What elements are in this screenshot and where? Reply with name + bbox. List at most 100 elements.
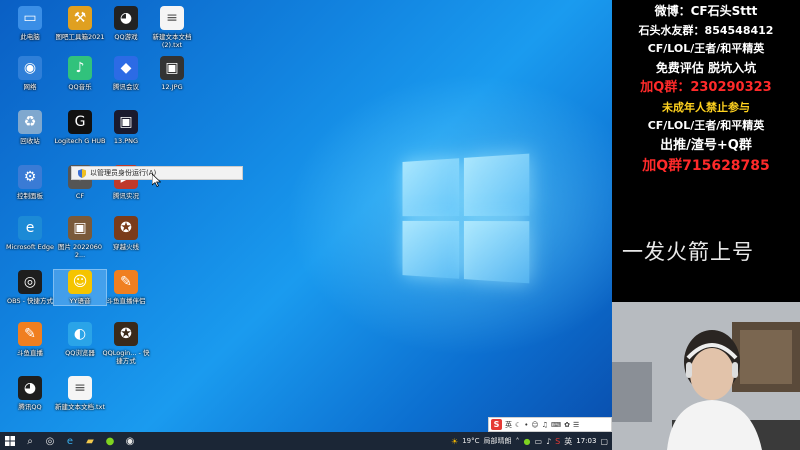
windows-start-icon xyxy=(5,436,15,446)
desktop-icon[interactable]: G Logitech G HUB xyxy=(54,110,106,145)
notification-icon[interactable]: ▢ xyxy=(600,437,608,446)
taskbar-edge-button[interactable]: e xyxy=(60,432,80,450)
desktop-icon-label: 图片 20220602... xyxy=(54,243,106,259)
ime-moon-icon[interactable]: ☾ xyxy=(515,421,521,429)
desktop-icon[interactable]: ▣ 13.PNG xyxy=(100,110,152,145)
taskbar-explorer-button[interactable]: ▰ xyxy=(80,432,100,450)
desktop-icon[interactable]: ♻ 回收站 xyxy=(4,110,56,145)
obs-icon: ◎ xyxy=(18,270,42,294)
desktop-icon-label: 网络 xyxy=(4,83,56,91)
promo-line: 石头水友群：854548412 xyxy=(612,22,800,41)
volume-icon[interactable]: ♪ xyxy=(546,437,551,446)
desktop-icon-label: Microsoft Edge xyxy=(4,243,56,251)
obs-icon: ◉ xyxy=(126,436,135,447)
promo-line: 出推/渣号+Q群 xyxy=(612,136,800,157)
taskbar-obs-button[interactable]: ◉ xyxy=(120,432,140,450)
desktop-icon-label: 新建文本文档.txt xyxy=(54,403,106,411)
desktop-icon[interactable]: ◕ QQ游戏 xyxy=(100,6,152,41)
taskbar-app-button[interactable]: ● xyxy=(100,432,120,450)
desktop-icon[interactable]: ▣ 12.JPG xyxy=(146,56,198,91)
desktop-icon[interactable]: ◎ OBS - 快捷方式 xyxy=(4,270,56,305)
ime-lang-tray[interactable]: 英 xyxy=(564,436,572,447)
ime-menu-icon[interactable]: ☰ xyxy=(573,421,579,429)
desktop-icon[interactable]: ≡ 新建文本文档.txt xyxy=(54,376,106,411)
ime-keyboard-icon[interactable]: ⌨ xyxy=(551,421,561,429)
promo-line: 加Q群715628785 xyxy=(612,156,800,178)
clock[interactable]: 17:03 xyxy=(576,437,596,445)
promo-line: 免费评估 脱坑入坑 xyxy=(612,59,800,79)
desktop-icon[interactable]: ☺ YY语音 xyxy=(54,270,106,305)
ime-emoji-icon[interactable]: ☺ xyxy=(531,421,538,429)
desktop-icon[interactable]: ♪ QQ音乐 xyxy=(54,56,106,91)
desktop-icon[interactable]: ≡ 新建文本文档 (2).txt xyxy=(146,6,198,49)
desktop-icon[interactable]: ⚒ 图吧工具箱2021 xyxy=(54,6,106,41)
ime-voice-icon[interactable]: ♫ xyxy=(542,421,548,429)
desktop-icon-label: QQLogin... - 快捷方式 xyxy=(100,349,152,365)
task-view-button[interactable]: ◎ xyxy=(40,432,60,450)
desktop-icon-label: QQ游戏 xyxy=(100,33,152,41)
desktop-icon-label: 新建文本文档 (2).txt xyxy=(146,33,198,49)
weather-desc[interactable]: 局部晴朗 xyxy=(484,436,512,446)
desktop-icon-label: 腾讯实况 xyxy=(100,192,152,200)
control-panel-icon: ⚙ xyxy=(18,165,42,189)
desktop-icon-label: 控制面板 xyxy=(4,192,56,200)
desktop-icon-label: 图吧工具箱2021 xyxy=(54,33,106,41)
desktop-icon-label: 回收站 xyxy=(4,137,56,145)
desktop[interactable]: ▭ 此电脑 ⚒ 图吧工具箱2021 ◕ QQ游戏 ≡ 新建文本文档 (2).txt ◉ 网络 ♪ QQ… xyxy=(0,0,612,432)
desktop-icon-label: QQ浏览器 xyxy=(54,349,106,357)
start-button[interactable] xyxy=(0,432,20,450)
desktop-icon-label: 斗鱼直播 xyxy=(4,349,56,357)
caption-text: 一发火箭上号 xyxy=(612,236,800,266)
ime-toolbar[interactable]: S 英 ☾ • ☺ ♫ ⌨ ✿ ☰ xyxy=(488,417,612,432)
desktop-icon[interactable]: ▣ 图片 20220602... xyxy=(54,216,106,259)
sogou-ime-icon[interactable]: S xyxy=(491,419,502,430)
run-as-admin-label: 以管理员身份运行(A) xyxy=(90,168,156,178)
douyu-icon: ✎ xyxy=(18,322,42,346)
toolbox-icon: ⚒ xyxy=(68,6,92,30)
desktop-icon-label: 此电脑 xyxy=(4,33,56,41)
edge-icon: e xyxy=(67,436,73,447)
image-file-icon: ▣ xyxy=(114,110,138,134)
desktop-icon[interactable]: ◕ 腾讯QQ xyxy=(4,376,56,411)
desktop-icon[interactable]: ✎ 斗鱼直播伴侣 xyxy=(100,270,152,305)
desktop-icon[interactable]: ◐ QQ浏览器 xyxy=(54,322,106,357)
ime-language-toggle[interactable]: 英 xyxy=(505,420,512,430)
desktop-icon-label: 13.PNG xyxy=(100,137,152,145)
desktop-icon[interactable]: ⚙ 控制面板 xyxy=(4,165,56,200)
ime-skin-icon[interactable]: ✿ xyxy=(564,421,570,429)
chevron-up-icon[interactable]: ˄ xyxy=(516,437,520,446)
shield-icon xyxy=(78,169,86,178)
qq-game-icon: ◕ xyxy=(114,6,138,30)
weather-icon[interactable]: ☀ xyxy=(451,437,458,446)
promo-line: 加Q群：230290323 xyxy=(612,78,800,99)
computer-icon: ▭ xyxy=(18,6,42,30)
stream-info-panel: 微博：CF石头Sttt 石头水友群：854548412 CF/LOL/王者/和平精英… xyxy=(612,0,800,302)
logitech-icon: G xyxy=(68,110,92,134)
system-tray: ☀ 19°C 局部晴朗 ˄ ● ▭ ♪ S 英 17:03 ▢ xyxy=(451,436,612,447)
taskbar: ⌕ ◎ e ▰ ● ◉ ☀ 19°C 局部晴朗 ˄ ● ▭ ♪ S 英 17:0… xyxy=(0,432,612,450)
desktop-icon[interactable]: ◆ 腾讯会议 xyxy=(100,56,152,91)
search-button[interactable]: ⌕ xyxy=(20,432,40,450)
tencent-meeting-icon: ◆ xyxy=(114,56,138,80)
ime-tray-icon[interactable]: S xyxy=(555,437,560,446)
network-icon[interactable]: ▭ xyxy=(535,437,543,446)
promo-line: CF/LOL/王者/和平精英 xyxy=(612,117,800,136)
desktop-icon-label: Logitech G HUB xyxy=(54,137,106,145)
desktop-icon[interactable]: ▭ 此电脑 xyxy=(4,6,56,41)
desktop-icon[interactable]: ◉ 网络 xyxy=(4,56,56,91)
douyu-companion-icon: ✎ xyxy=(114,270,138,294)
desktop-icon[interactable]: ✪ 穿越火线 xyxy=(100,216,152,251)
ime-punctuation-icon[interactable]: • xyxy=(524,421,528,429)
promo-line: 未成年人禁止参与 xyxy=(612,99,800,118)
qq-icon: ◕ xyxy=(18,376,42,400)
desktop-icon[interactable]: ✎ 斗鱼直播 xyxy=(4,322,56,357)
image-file-icon: ▣ xyxy=(160,56,184,80)
network-icon: ◉ xyxy=(18,56,42,80)
desktop-icon-label: 穿越火线 xyxy=(100,243,152,251)
desktop-icon[interactable]: e Microsoft Edge xyxy=(4,216,56,251)
tray-app-icon[interactable]: ● xyxy=(524,437,531,446)
desktop-icon-label: 腾讯QQ xyxy=(4,403,56,411)
desktop-icon[interactable]: ✪ QQLogin... - 快捷方式 xyxy=(100,322,152,365)
weather-temp[interactable]: 19°C xyxy=(462,437,479,445)
photo-icon: ▣ xyxy=(68,216,92,240)
